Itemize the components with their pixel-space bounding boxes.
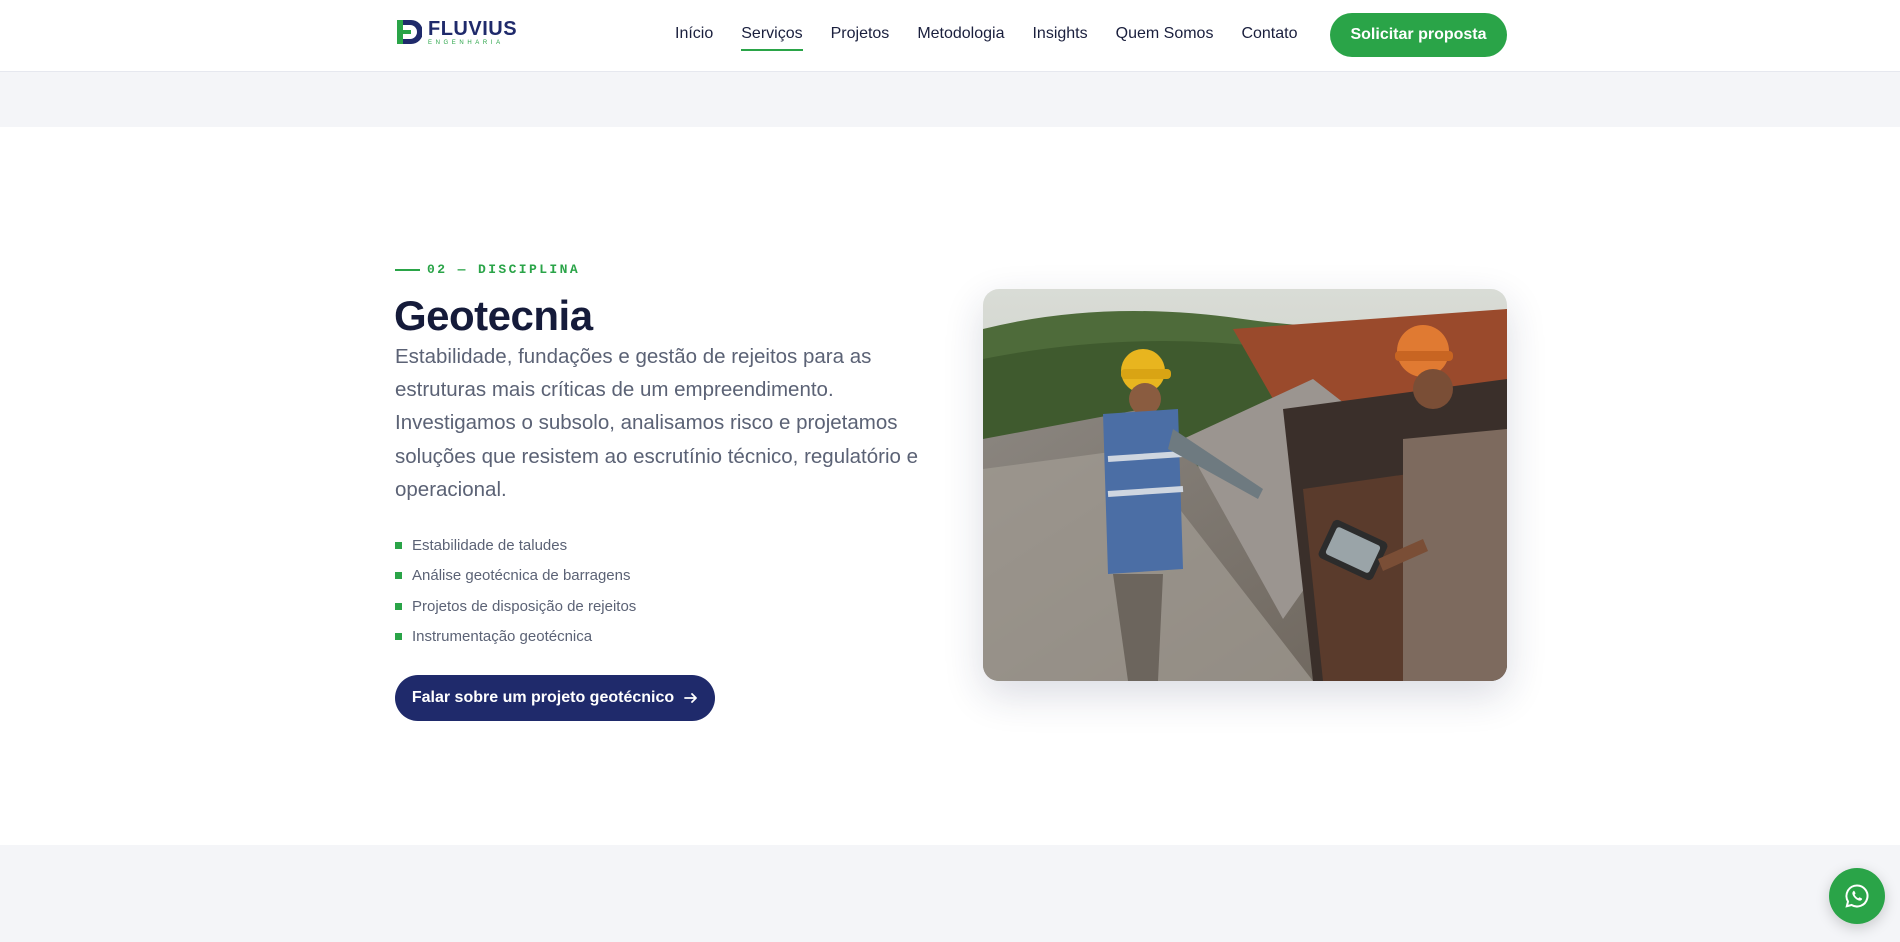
section-eyebrow: 02 — DISCIPLINA bbox=[395, 262, 580, 277]
bullet-icon bbox=[395, 602, 402, 610]
section-description: Estabilidade, fundações e gestão de reje… bbox=[395, 345, 919, 501]
eyebrow-text: 02 — DISCIPLINA bbox=[427, 262, 581, 277]
brand-logo[interactable]: FLUVIUS ENGENHARIA bbox=[394, 18, 517, 46]
logo-subtitle: ENGENHARIA bbox=[428, 39, 504, 46]
whatsapp-button[interactable] bbox=[1829, 868, 1885, 924]
list-item: Estabilidade de taludes bbox=[395, 530, 636, 561]
feature-label: Análise geotécnica de barragens bbox=[412, 567, 631, 585]
nav-item-inicio[interactable]: Início bbox=[675, 25, 713, 51]
list-item: Instrumentação geotécnica bbox=[395, 622, 636, 653]
bullet-icon bbox=[395, 572, 402, 580]
geotech-project-button-label: Falar sobre um projeto geotécnico bbox=[411, 689, 675, 706]
nav-item-projetos[interactable]: Projetos bbox=[831, 25, 890, 51]
logo-mark-icon bbox=[397, 20, 422, 44]
feature-list: Estabilidade de taludes Análise geotécni… bbox=[395, 530, 636, 652]
feature-label: Estabilidade de taludes bbox=[412, 536, 568, 554]
section-title: Geotecnia bbox=[394, 292, 593, 339]
main-nav: Início Serviços Projetos Metodologia Ins… bbox=[675, 25, 1325, 51]
list-item: Projetos de disposição de rejeitos bbox=[395, 591, 636, 622]
photo-illustration bbox=[983, 289, 1507, 681]
section-divider-top bbox=[0, 72, 1900, 127]
request-proposal-button[interactable]: Solicitar proposta bbox=[1330, 13, 1507, 57]
nav-item-quem-somos[interactable]: Quem Somos bbox=[1116, 25, 1214, 51]
nav-item-servicos[interactable]: Serviços bbox=[741, 25, 803, 51]
site-header: FLUVIUS ENGENHARIA Início Serviços Proje… bbox=[0, 0, 1900, 72]
section-divider-bottom bbox=[0, 845, 1900, 942]
bullet-icon bbox=[395, 633, 402, 641]
whatsapp-icon bbox=[1845, 884, 1869, 908]
bullet-icon bbox=[395, 541, 402, 549]
nav-item-metodologia[interactable]: Metodologia bbox=[917, 25, 1004, 51]
feature-label: Instrumentação geotécnica bbox=[412, 628, 593, 646]
feature-label: Projetos de disposição de rejeitos bbox=[412, 597, 637, 615]
list-item: Análise geotécnica de barragens bbox=[395, 561, 636, 592]
geotech-project-button[interactable]: Falar sobre um projeto geotécnico bbox=[395, 675, 715, 721]
logo-wordmark: FLUVIUS ENGENHARIA bbox=[428, 19, 517, 46]
geotechnical-engineers-photo bbox=[983, 289, 1507, 681]
eyebrow-line bbox=[395, 268, 420, 271]
arrow-right-icon bbox=[684, 693, 698, 703]
logo-name: FLUVIUS bbox=[428, 17, 518, 40]
nav-item-insights[interactable]: Insights bbox=[1032, 25, 1087, 51]
nav-item-contato[interactable]: Contato bbox=[1241, 25, 1297, 51]
